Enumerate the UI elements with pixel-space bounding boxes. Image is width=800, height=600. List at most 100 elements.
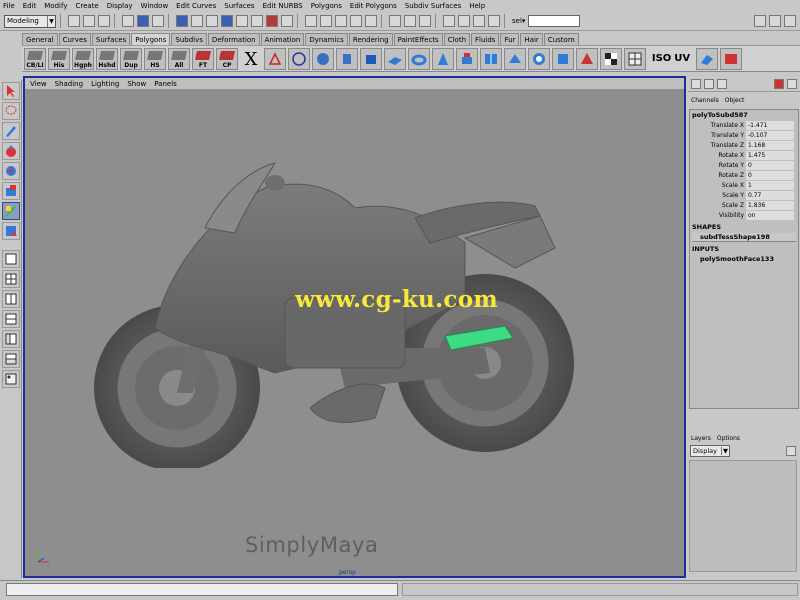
render-view-icon[interactable] — [443, 15, 455, 27]
channel-box-layout-icon[interactable] — [717, 78, 727, 89]
render-globals-icon[interactable] — [488, 15, 500, 27]
snap-grid-icon[interactable] — [305, 15, 317, 27]
attribute-row[interactable]: Scale X1 — [690, 180, 798, 190]
menu-modify[interactable]: Modify — [44, 2, 67, 10]
viewport-menu-shading[interactable]: Shading — [55, 80, 83, 88]
shelf-button-hgph[interactable]: Hgph — [72, 47, 94, 70]
menu-help[interactable]: Help — [469, 2, 485, 10]
node-name[interactable]: polyToSubd587 — [690, 110, 798, 120]
shelf-side-controls[interactable] — [8, 33, 20, 68]
shelf-button-his[interactable]: His — [48, 47, 70, 70]
shelf-button-dup[interactable]: Dup — [120, 47, 142, 70]
mask-deformations-icon[interactable] — [236, 15, 248, 27]
move-tool-icon[interactable] — [1, 142, 20, 160]
menu-subdiv-surfaces[interactable]: Subdiv Surfaces — [405, 2, 461, 10]
attribute-value[interactable]: 0 — [746, 160, 794, 170]
attribute-row[interactable]: Scale Z 1.836 — [690, 200, 798, 210]
menu-edit-nurbs[interactable]: Edit NURBS — [263, 2, 303, 10]
command-line-input[interactable] — [6, 583, 398, 596]
manipulator-tool-icon[interactable] — [1, 202, 20, 220]
menu-edit-polygons[interactable]: Edit Polygons — [350, 2, 397, 10]
mask-rendering-icon[interactable] — [266, 15, 278, 27]
make-live-icon[interactable] — [365, 15, 377, 27]
object-menu[interactable]: Object — [725, 97, 745, 104]
input-ops-icon[interactable] — [389, 15, 401, 27]
rotate-tool-icon[interactable] — [1, 162, 20, 180]
graph-editor-layout-icon[interactable] — [1, 350, 20, 368]
save-scene-icon[interactable] — [98, 15, 110, 27]
select-tool-icon[interactable] — [1, 82, 20, 100]
paint-select-tool-icon[interactable] — [1, 122, 20, 140]
attribute-value[interactable]: -0.107 — [746, 130, 794, 140]
attribute-row[interactable]: Translate X -1.471 — [690, 120, 798, 130]
poly-cylinder-icon[interactable] — [336, 47, 358, 70]
viewport-menu-show[interactable]: Show — [127, 80, 146, 88]
shelf-button-cb-li[interactable]: CB/LI — [24, 47, 46, 70]
attribute-value[interactable]: 1 — [746, 180, 794, 190]
attribute-value[interactable]: 0 — [746, 170, 794, 180]
shelf-button-ft[interactable]: FT — [192, 47, 214, 70]
menu-create[interactable]: Create — [75, 2, 98, 10]
shelf-button-cp[interactable]: CP — [216, 47, 238, 70]
menu-edit-curves[interactable]: Edit Curves — [176, 2, 216, 10]
attribute-row[interactable]: Translate Y -0.107 — [690, 130, 798, 140]
single-pane-layout-icon[interactable] — [1, 250, 20, 268]
delete-history-button[interactable]: X — [240, 47, 262, 70]
poly-cube-icon[interactable] — [360, 47, 382, 70]
select-hierarchy-icon[interactable] — [122, 15, 134, 27]
split-polygon-icon[interactable] — [480, 47, 502, 70]
shelf-button-hs[interactable]: HS — [144, 47, 166, 70]
layer-type-dropdown[interactable]: Display ▼ — [690, 445, 730, 457]
channel-box-toggle-icon[interactable] — [784, 15, 796, 27]
attribute-value[interactable]: 1.475 — [746, 150, 794, 160]
two-pane-side-layout-icon[interactable] — [1, 290, 20, 308]
shelf-button-hshd[interactable]: Hshd — [96, 47, 118, 70]
attribute-value[interactable]: -1.471 — [746, 120, 794, 130]
snap-curve-icon[interactable] — [320, 15, 332, 27]
circle-icon[interactable] — [288, 47, 310, 70]
shelf-tab-fur[interactable]: Fur — [500, 33, 520, 45]
perspective-viewport[interactable]: View Shading Lighting Show Panels www.cg… — [23, 76, 686, 578]
selection-field[interactable] — [528, 15, 581, 27]
shelf-tab-painteffects[interactable]: PaintEffects — [393, 33, 443, 45]
shelf-tab-dynamics[interactable]: Dynamics — [305, 33, 348, 45]
attribute-row[interactable]: Visibility on — [690, 210, 798, 220]
layers-menu[interactable]: Layers — [691, 435, 711, 442]
channel-box-options-icon[interactable] — [787, 78, 797, 89]
hypershade-layout-icon[interactable] — [1, 370, 20, 388]
mode-dropdown[interactable]: Modeling ▼ — [4, 14, 56, 28]
shelf-tab-surfaces[interactable]: Surfaces — [91, 33, 131, 45]
channel-box-options-icon[interactable] — [774, 78, 784, 89]
shelf-tab-cloth[interactable]: Cloth — [443, 33, 471, 45]
snap-view-plane-icon[interactable] — [350, 15, 362, 27]
layer-list[interactable] — [689, 460, 797, 572]
viewport-menu-lighting[interactable]: Lighting — [91, 80, 119, 88]
select-component-icon[interactable] — [152, 15, 164, 27]
attribute-row[interactable]: Translate Z 1.168 — [690, 140, 798, 150]
attribute-value[interactable]: 0.77 — [746, 190, 794, 200]
iso-uv-button[interactable]: ISO UV — [648, 47, 694, 70]
viewport-menu-view[interactable]: View — [30, 80, 47, 88]
shelf-tab-deformation[interactable]: Deformation — [207, 33, 260, 45]
output-ops-icon[interactable] — [404, 15, 416, 27]
uv-grid-icon[interactable] — [624, 47, 646, 70]
shelf-tab-custom[interactable]: Custom — [543, 33, 579, 45]
mask-surfaces-icon[interactable] — [221, 15, 233, 27]
shelf-tab-subdivs[interactable]: Subdivs — [171, 33, 207, 45]
bevel-icon[interactable] — [552, 47, 574, 70]
shelf-tab-polygons[interactable]: Polygons — [131, 33, 171, 45]
attribute-row[interactable]: Rotate Z0 — [690, 170, 798, 180]
shelf-tab-rendering[interactable]: Rendering — [348, 33, 393, 45]
shelf-tab-fluids[interactable]: Fluids — [471, 33, 500, 45]
mask-dynamics-icon[interactable] — [251, 15, 263, 27]
poly-sphere-icon[interactable] — [312, 47, 334, 70]
checker-uv-icon[interactable] — [600, 47, 622, 70]
attribute-value[interactable]: on — [746, 210, 794, 220]
channel-box-layout-icon[interactable] — [691, 78, 701, 89]
select-object-icon[interactable] — [137, 15, 149, 27]
attribute-value[interactable]: 1.836 — [746, 200, 794, 210]
attribute-row[interactable]: Rotate Y0 — [690, 160, 798, 170]
shelf-button-all[interactable]: All — [168, 47, 190, 70]
mask-curves-icon[interactable] — [206, 15, 218, 27]
attribute-row[interactable]: Rotate X 1.475 — [690, 150, 798, 160]
